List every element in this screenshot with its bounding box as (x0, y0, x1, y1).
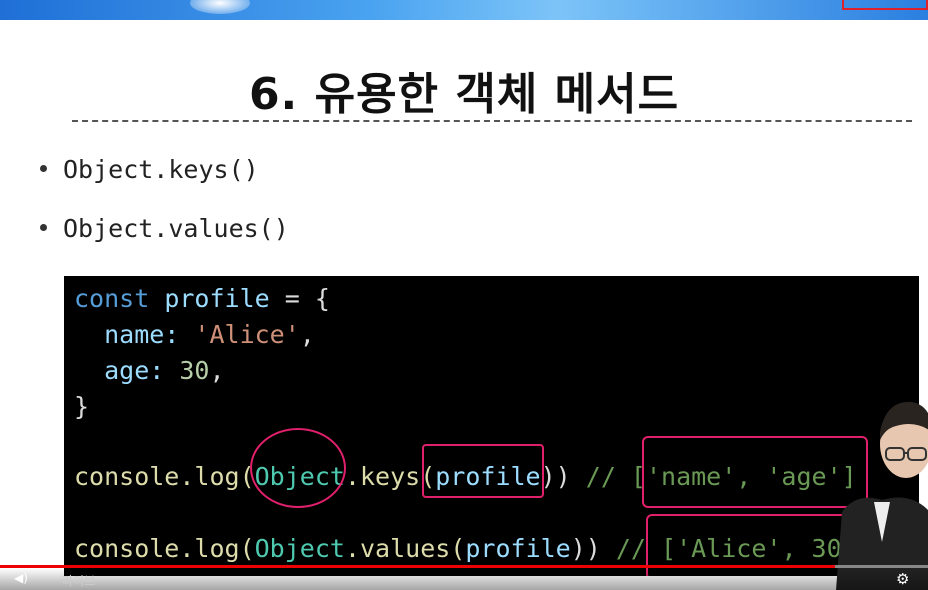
console-log: console.log( (74, 534, 255, 563)
live-label: 라이브 (62, 574, 96, 588)
console-log: console.log( (74, 462, 255, 491)
string-alice: 'Alice' (194, 320, 300, 349)
bullet-dot (40, 164, 47, 172)
code-block: const profile = { name: 'Alice', age: 30… (64, 276, 919, 576)
keyword-const: const (74, 284, 150, 313)
prop-age: age: (74, 356, 180, 385)
var-profile: profile (164, 284, 270, 313)
arg-profile: profile (465, 534, 571, 563)
code-line-1: const profile = { (74, 284, 330, 313)
bullet-dot (40, 223, 47, 231)
code-punct: = { (269, 284, 330, 313)
object-ref: Object (254, 534, 345, 563)
code-line-2: name: 'Alice', (74, 320, 315, 349)
bullet-text: Object.keys() (63, 155, 259, 184)
annotation-circle-object (250, 428, 346, 508)
top-red-annotation (842, 0, 928, 10)
gear-icon[interactable]: ⚙ (896, 570, 909, 588)
code-line-4: } (74, 392, 90, 421)
volume-icon[interactable]: ◀) (14, 571, 28, 585)
values-method: .values( (344, 534, 466, 563)
bullet-text: Object.values() (63, 214, 289, 243)
annotation-box-profile (422, 444, 544, 498)
code-line-3: age: 30, (74, 356, 225, 385)
number-30: 30 (179, 356, 210, 385)
code-punct: , (209, 356, 225, 385)
code-punct: , (299, 320, 315, 349)
bullet-object-keys: Object.keys() (40, 155, 259, 184)
presenter-video (836, 401, 928, 590)
title-divider (72, 120, 912, 122)
player-controls: ◀) 라이브 ⚙ (0, 568, 928, 590)
prop-name: name: (74, 320, 195, 349)
code-punct: )) (540, 462, 571, 491)
code-punct: )) (570, 534, 601, 563)
annotation-box-keys-result (642, 436, 868, 508)
top-banner (0, 0, 928, 20)
banner-glow (190, 0, 250, 14)
bullet-object-values: Object.values() (40, 214, 289, 243)
slide-title: 6. 유용한 객체 메서드 (248, 69, 680, 120)
